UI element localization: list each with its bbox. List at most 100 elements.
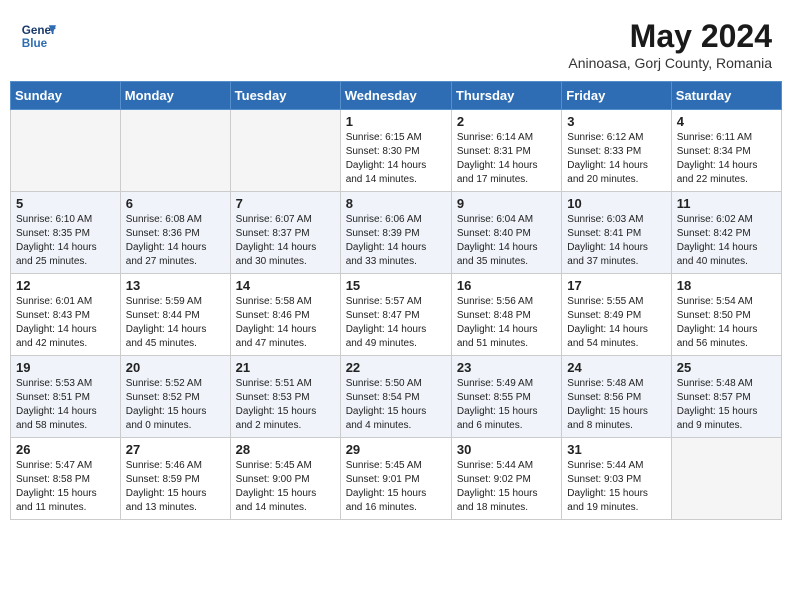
calendar-day-cell: 4Sunrise: 6:11 AM Sunset: 8:34 PM Daylig… (671, 110, 781, 192)
day-info: Sunrise: 5:48 AM Sunset: 8:56 PM Dayligh… (567, 377, 665, 433)
calendar-day-cell: 25 Sunrise: 5:48 AM Sunset: 8:57 PM Dayli… (671, 356, 781, 438)
calendar-day-cell: 1 Sunrise: 6:15 AM Sunset: 8:30 PM Daylig… (340, 110, 451, 192)
weekday-header: Sunday (11, 82, 121, 110)
day-info: Sunrise: 5:51 AM Sunset: 8:53 PM Dayligh… (236, 377, 335, 433)
weekday-header: Tuesday (230, 82, 340, 110)
day-info: Sunrise: 5:45 AM Sunset: 9:01 PM Dayligh… (346, 459, 446, 515)
calendar-day-cell (120, 110, 230, 192)
day-number: 17 (567, 278, 665, 293)
day-info: Sunrise: 5:53 AM Sunset: 8:51 PM Dayligh… (16, 377, 115, 433)
day-info: Sunrise: 5:56 AM Sunset: 8:48 PM Dayligh… (457, 295, 556, 351)
calendar-day-cell: 20 Sunrise: 5:52 AM Sunset: 8:52 PM Dayli… (120, 356, 230, 438)
day-info: Sunrise: 6:04 AM Sunset: 8:40 PM Dayligh… (457, 213, 556, 269)
day-info: Sunrise: 6:14 AM Sunset: 8:31 PM Dayligh… (457, 131, 556, 187)
calendar-week-row: 5 Sunrise: 6:10 AM Sunset: 8:35 PM Daylig… (11, 192, 782, 274)
day-number: 12 (16, 278, 115, 293)
month-title: May 2024 (568, 18, 772, 55)
calendar-day-cell: 14 Sunrise: 5:58 AM Sunset: 8:46 PM Dayli… (230, 274, 340, 356)
calendar-week-row: 1 Sunrise: 6:15 AM Sunset: 8:30 PM Daylig… (11, 110, 782, 192)
calendar-day-cell: 24 Sunrise: 5:48 AM Sunset: 8:56 PM Dayli… (562, 356, 671, 438)
day-number: 26 (16, 442, 115, 457)
day-number: 24 (567, 360, 665, 375)
day-info: Sunrise: 6:15 AM Sunset: 8:30 PM Dayligh… (346, 131, 446, 187)
day-number: 23 (457, 360, 556, 375)
calendar-day-cell: 22 Sunrise: 5:50 AM Sunset: 8:54 PM Dayli… (340, 356, 451, 438)
day-info: Sunrise: 5:50 AM Sunset: 8:54 PM Dayligh… (346, 377, 446, 433)
calendar-day-cell (230, 110, 340, 192)
calendar-day-cell: 3Sunrise: 6:12 AM Sunset: 8:33 PM Daylig… (562, 110, 671, 192)
day-info: Sunrise: 5:45 AM Sunset: 9:00 PM Dayligh… (236, 459, 335, 515)
day-number: 13 (126, 278, 225, 293)
day-number: 15 (346, 278, 446, 293)
day-number: 14 (236, 278, 335, 293)
calendar-day-cell: 7 Sunrise: 6:07 AM Sunset: 8:37 PM Daylig… (230, 192, 340, 274)
weekday-header: Saturday (671, 82, 781, 110)
day-number: 11 (677, 196, 776, 211)
calendar-day-cell: 11Sunrise: 6:02 AM Sunset: 8:42 PM Dayli… (671, 192, 781, 274)
day-number: 28 (236, 442, 335, 457)
day-info: Sunrise: 5:57 AM Sunset: 8:47 PM Dayligh… (346, 295, 446, 351)
calendar-week-row: 12 Sunrise: 6:01 AM Sunset: 8:43 PM Dayli… (11, 274, 782, 356)
day-info: Sunrise: 6:10 AM Sunset: 8:35 PM Dayligh… (16, 213, 115, 269)
day-number: 1 (346, 114, 446, 129)
weekday-header: Friday (562, 82, 671, 110)
weekday-header: Wednesday (340, 82, 451, 110)
calendar-day-cell: 10 Sunrise: 6:03 AM Sunset: 8:41 PM Dayli… (562, 192, 671, 274)
calendar-day-cell: 12 Sunrise: 6:01 AM Sunset: 8:43 PM Dayli… (11, 274, 121, 356)
calendar-day-cell: 6Sunrise: 6:08 AM Sunset: 8:36 PM Daylig… (120, 192, 230, 274)
svg-text:Blue: Blue (22, 37, 48, 50)
day-info: Sunrise: 5:46 AM Sunset: 8:59 PM Dayligh… (126, 459, 225, 515)
calendar-day-cell: 18Sunrise: 5:54 AM Sunset: 8:50 PM Dayli… (671, 274, 781, 356)
calendar-header-row: SundayMondayTuesdayWednesdayThursdayFrid… (11, 82, 782, 110)
calendar-day-cell: 5 Sunrise: 6:10 AM Sunset: 8:35 PM Daylig… (11, 192, 121, 274)
calendar-day-cell: 30 Sunrise: 5:44 AM Sunset: 9:02 PM Dayli… (451, 438, 561, 520)
calendar-day-cell: 23 Sunrise: 5:49 AM Sunset: 8:55 PM Dayli… (451, 356, 561, 438)
page-header: General Blue May 2024 Aninoasa, Gorj Cou… (10, 10, 782, 75)
day-info: Sunrise: 5:55 AM Sunset: 8:49 PM Dayligh… (567, 295, 665, 351)
day-number: 31 (567, 442, 665, 457)
day-info: Sunrise: 5:44 AM Sunset: 9:02 PM Dayligh… (457, 459, 556, 515)
day-number: 30 (457, 442, 556, 457)
calendar-day-cell (11, 110, 121, 192)
calendar-day-cell: 29Sunrise: 5:45 AM Sunset: 9:01 PM Dayli… (340, 438, 451, 520)
day-number: 9 (457, 196, 556, 211)
calendar-day-cell: 27Sunrise: 5:46 AM Sunset: 8:59 PM Dayli… (120, 438, 230, 520)
location-subtitle: Aninoasa, Gorj County, Romania (568, 55, 772, 71)
calendar-day-cell (671, 438, 781, 520)
day-info: Sunrise: 6:01 AM Sunset: 8:43 PM Dayligh… (16, 295, 115, 351)
logo: General Blue (20, 18, 56, 54)
day-info: Sunrise: 5:49 AM Sunset: 8:55 PM Dayligh… (457, 377, 556, 433)
day-number: 2 (457, 114, 556, 129)
day-info: Sunrise: 5:54 AM Sunset: 8:50 PM Dayligh… (677, 295, 776, 351)
day-number: 16 (457, 278, 556, 293)
calendar-table: SundayMondayTuesdayWednesdayThursdayFrid… (10, 81, 782, 520)
calendar-day-cell: 9 Sunrise: 6:04 AM Sunset: 8:40 PM Daylig… (451, 192, 561, 274)
weekday-header: Monday (120, 82, 230, 110)
day-info: Sunrise: 6:03 AM Sunset: 8:41 PM Dayligh… (567, 213, 665, 269)
day-info: Sunrise: 5:52 AM Sunset: 8:52 PM Dayligh… (126, 377, 225, 433)
day-number: 19 (16, 360, 115, 375)
day-number: 22 (346, 360, 446, 375)
day-info: Sunrise: 6:12 AM Sunset: 8:33 PM Dayligh… (567, 131, 665, 187)
day-number: 4 (677, 114, 776, 129)
day-number: 25 (677, 360, 776, 375)
day-info: Sunrise: 5:47 AM Sunset: 8:58 PM Dayligh… (16, 459, 115, 515)
day-number: 7 (236, 196, 335, 211)
day-info: Sunrise: 5:48 AM Sunset: 8:57 PM Dayligh… (677, 377, 776, 433)
calendar-day-cell: 17 Sunrise: 5:55 AM Sunset: 8:49 PM Dayli… (562, 274, 671, 356)
calendar-day-cell: 15 Sunrise: 5:57 AM Sunset: 8:47 PM Dayli… (340, 274, 451, 356)
day-info: Sunrise: 5:58 AM Sunset: 8:46 PM Dayligh… (236, 295, 335, 351)
day-number: 5 (16, 196, 115, 211)
day-number: 10 (567, 196, 665, 211)
calendar-day-cell: 8 Sunrise: 6:06 AM Sunset: 8:39 PM Daylig… (340, 192, 451, 274)
calendar-day-cell: 19 Sunrise: 5:53 AM Sunset: 8:51 PM Dayli… (11, 356, 121, 438)
day-info: Sunrise: 6:07 AM Sunset: 8:37 PM Dayligh… (236, 213, 335, 269)
logo-icon: General Blue (20, 18, 56, 54)
day-number: 8 (346, 196, 446, 211)
day-info: Sunrise: 6:06 AM Sunset: 8:39 PM Dayligh… (346, 213, 446, 269)
calendar-day-cell: 28 Sunrise: 5:45 AM Sunset: 9:00 PM Dayli… (230, 438, 340, 520)
calendar-week-row: 26 Sunrise: 5:47 AM Sunset: 8:58 PM Dayli… (11, 438, 782, 520)
calendar-day-cell: 26 Sunrise: 5:47 AM Sunset: 8:58 PM Dayli… (11, 438, 121, 520)
day-number: 20 (126, 360, 225, 375)
calendar-day-cell: 13Sunrise: 5:59 AM Sunset: 8:44 PM Dayli… (120, 274, 230, 356)
